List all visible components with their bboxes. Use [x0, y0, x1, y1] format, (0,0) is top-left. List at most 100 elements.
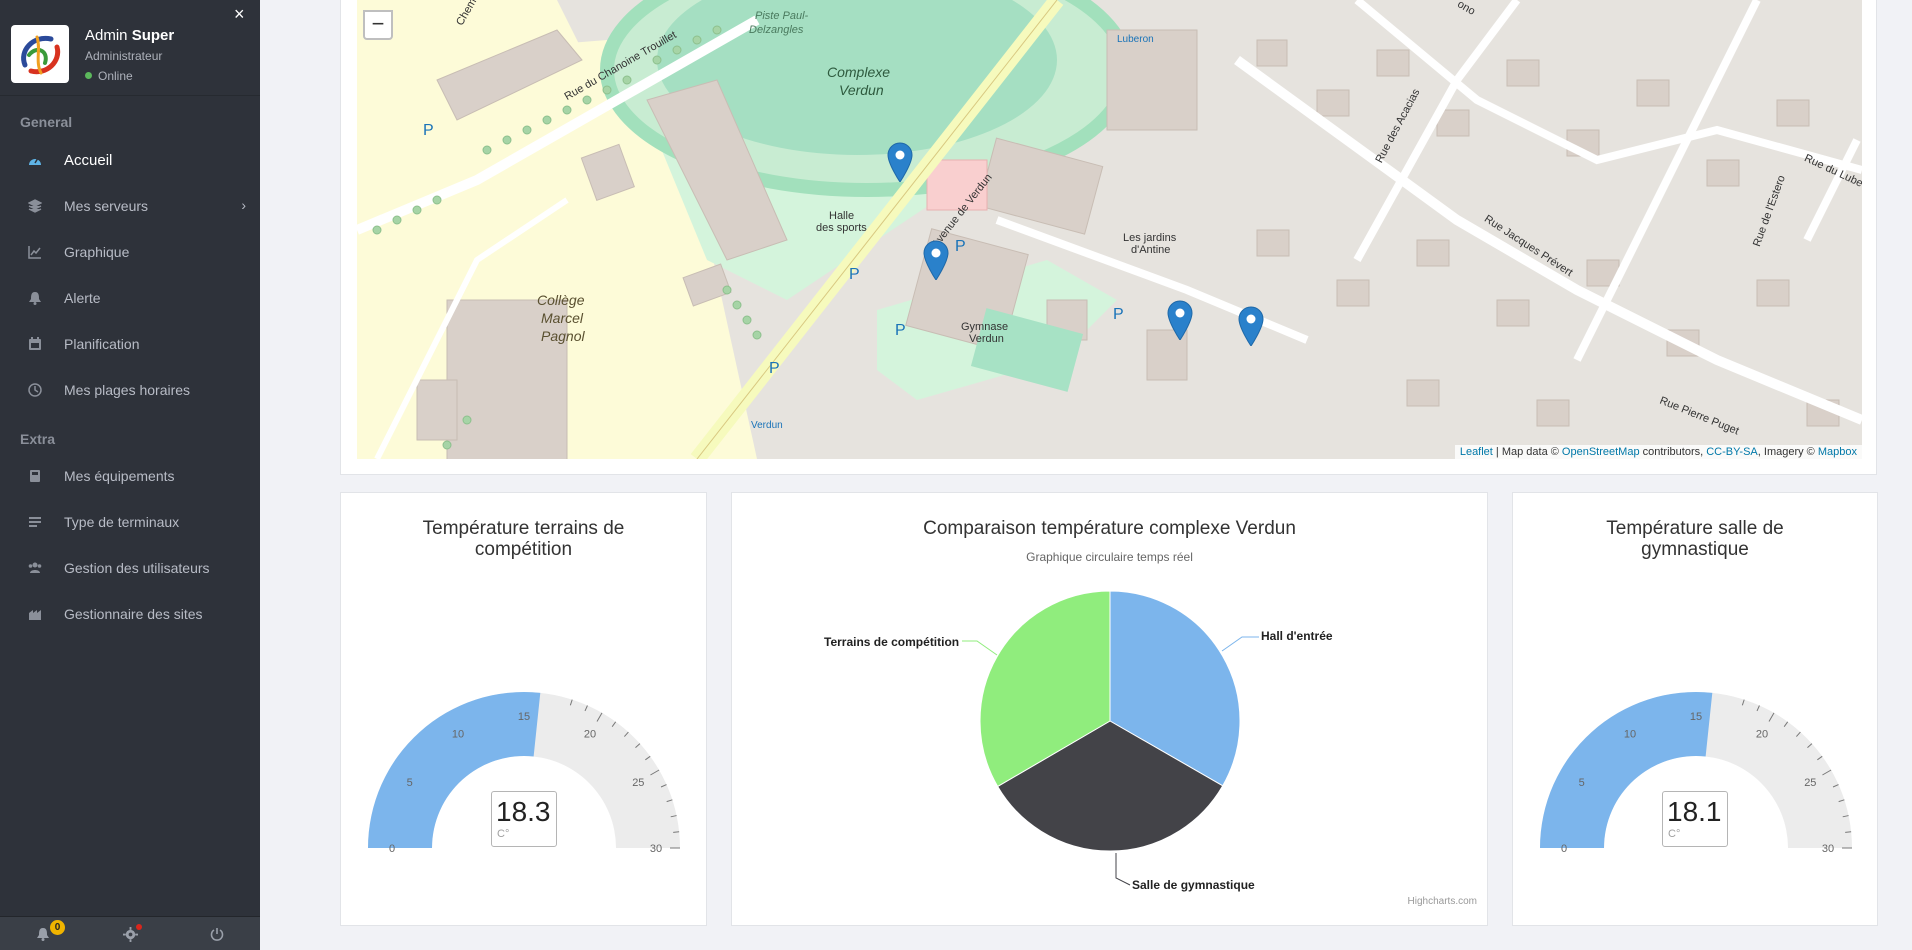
- map-label-piste-1: Piste Paul-: [755, 10, 809, 22]
- gauge-tick-label: 30: [1822, 843, 1834, 855]
- zoom-out-button[interactable]: −: [363, 10, 393, 40]
- gauge-tick-label: 20: [1756, 729, 1768, 741]
- sidebar-item-label: Gestionnaire des sites: [64, 606, 203, 622]
- gauge-unit: C°: [497, 828, 510, 840]
- section-title-general: General: [20, 114, 73, 130]
- logout-button[interactable]: [174, 917, 260, 950]
- map-label-college-1: Collège: [537, 292, 585, 308]
- user-profile: × Admin Super Administrateur Online: [0, 0, 260, 96]
- highcharts-credits-link[interactable]: Highcharts.com: [1408, 896, 1477, 907]
- map-marker-icon[interactable]: [887, 142, 913, 183]
- gauge-tick-label: 25: [632, 777, 644, 789]
- map-label-college-3: Pagnol: [541, 328, 585, 344]
- sidebar-item-label: Mes plages horaires: [64, 382, 191, 398]
- pie-label-terrains: Terrains de compétition: [824, 635, 960, 649]
- sidebar-footer: 0: [0, 916, 260, 950]
- user-name: Admin Super: [85, 27, 174, 44]
- sidebar-item-alerte[interactable]: Alerte: [0, 276, 260, 320]
- power-icon: [210, 928, 224, 941]
- map-attribution: Leaflet | Map data © OpenStreetMap contr…: [1454, 445, 1862, 459]
- sidebar-item-label: Gestion des utilisateurs: [64, 560, 210, 576]
- map-label-verdun-stop: Verdun: [751, 420, 783, 431]
- section-title-extra: Extra: [20, 431, 56, 447]
- gear-icon: [122, 926, 138, 942]
- gauge-chart: 0 5 10 15 20 25 30: [1540, 692, 1852, 855]
- sitemap-icon: [29, 610, 41, 620]
- chevron-right-icon: ›: [241, 197, 246, 213]
- sidebar-item-mes-equipements[interactable]: Mes équipements: [0, 454, 260, 498]
- user-role: Administrateur: [85, 49, 163, 63]
- attribution-text: | Map data ©: [1492, 446, 1562, 458]
- gauge-card-salle: Température salle de gymnastique 0 5 10 15 2…: [1512, 492, 1878, 926]
- map-label-gymnase-2: Verdun: [969, 333, 1004, 345]
- notifications-count-badge: 0: [50, 920, 65, 935]
- gauge-tick-label: 0: [1561, 843, 1567, 855]
- gauge-tick: [673, 831, 680, 833]
- map-parking-icon: P: [955, 238, 966, 255]
- online-dot-icon: [85, 72, 92, 79]
- pie-card: Comparaison température complexe Verdun …: [731, 492, 1488, 926]
- sidebar-item-mes-plages-horaires[interactable]: Mes plages horaires: [0, 368, 260, 412]
- gauge-tick-label: 15: [1690, 711, 1702, 723]
- notifications-button[interactable]: 0: [0, 917, 86, 950]
- map-parking-icon: P: [895, 322, 906, 339]
- map-tiles[interactable]: [357, 0, 1862, 459]
- gauge-tick-label: 25: [1804, 777, 1816, 789]
- map-marker-icon[interactable]: [923, 240, 949, 281]
- map-label-verdun: Verdun: [839, 82, 884, 98]
- sidebar-item-accueil[interactable]: Accueil: [0, 138, 260, 182]
- gauge-value: 18.1: [1667, 796, 1722, 827]
- app-logo-icon: [21, 35, 61, 75]
- mapbox-link[interactable]: Mapbox: [1818, 446, 1857, 458]
- map[interactable]: − Complexe Verdun Piste Paul- Delzangles…: [357, 0, 1862, 459]
- close-sidebar-button[interactable]: ×: [234, 4, 245, 25]
- sidebar-item-graphique[interactable]: Graphique: [0, 230, 260, 274]
- map-parking-icon: P: [849, 266, 860, 283]
- map-label-jardins-1: Les jardins: [1123, 232, 1177, 244]
- dashboard-icon: [29, 157, 41, 165]
- gauge-value-box: 18.3 C°: [491, 791, 557, 847]
- map-marker-icon[interactable]: [1238, 306, 1264, 347]
- list-icon: [29, 517, 41, 527]
- settings-button[interactable]: [87, 917, 173, 950]
- leaflet-link[interactable]: Leaflet: [1460, 446, 1493, 458]
- sidebar-item-label: Graphique: [64, 244, 130, 260]
- pie-chart: [962, 590, 1259, 886]
- sidebar-item-label: Type de terminaux: [64, 514, 180, 530]
- map-label-halle-2: des sports: [816, 222, 867, 234]
- sidebar-item-label: Mes équipements: [64, 468, 175, 484]
- sidebar-item-label: Planification: [64, 336, 140, 352]
- sidebar-item-label: Accueil: [64, 151, 113, 169]
- user-status-label: Online: [98, 69, 133, 83]
- openstreetmap-link[interactable]: OpenStreetMap: [1562, 446, 1640, 458]
- gauge-tick-label: 20: [584, 729, 596, 741]
- map-card: − Complexe Verdun Piste Paul- Delzangles…: [340, 0, 1877, 475]
- equipment-icon: [30, 470, 40, 482]
- sidebar-item-type-de-terminaux[interactable]: Type de terminaux: [0, 500, 260, 544]
- attribution-text: , Imagery ©: [1757, 446, 1818, 458]
- gauge-chart: 0 5 10 15 20 25 30: [368, 692, 680, 855]
- users-icon: [28, 562, 42, 573]
- sidebar: × Admin Super Administrateur Online Gene…: [0, 0, 260, 950]
- pie-connector: [1115, 853, 1131, 886]
- license-link[interactable]: CC-BY-SA: [1706, 446, 1758, 458]
- calendar-icon: [29, 337, 41, 350]
- layers-icon: [28, 199, 42, 213]
- map-marker-icon[interactable]: [1167, 300, 1193, 341]
- sidebar-item-mes-serveurs[interactable]: Mes serveurs ›: [0, 184, 260, 228]
- attribution-text: contributors,: [1639, 446, 1707, 458]
- gauge-tick-label: 5: [1579, 777, 1585, 789]
- pie-label-salle: Salle de gymnastique: [1132, 878, 1255, 892]
- sidebar-item-gestion-des-utilisateurs[interactable]: Gestion des utilisateurs: [0, 546, 260, 590]
- map-label-luberon: Luberon: [1117, 34, 1154, 45]
- map-parking-icon: P: [423, 122, 434, 139]
- sidebar-item-label: Mes serveurs: [64, 198, 149, 214]
- map-parking-icon: P: [1113, 306, 1124, 323]
- sidebar-item-gestionnaire-des-sites[interactable]: Gestionnaire des sites: [0, 592, 260, 636]
- settings-alert-dot: [136, 924, 142, 930]
- pie-label-hall: Hall d'entrée: [1261, 629, 1333, 643]
- sidebar-item-label: Alerte: [64, 290, 101, 306]
- bell-icon: [29, 292, 41, 305]
- map-label-piste-2: Delzangles: [749, 24, 804, 36]
- sidebar-item-planification[interactable]: Planification: [0, 322, 260, 366]
